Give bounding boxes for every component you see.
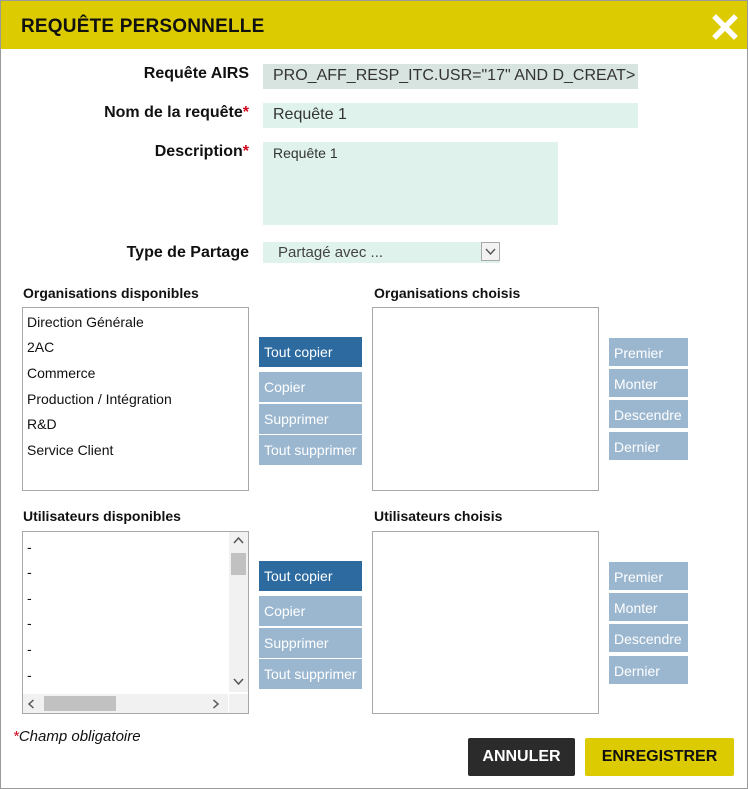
- org-copy-button[interactable]: Copier: [259, 372, 362, 402]
- user-copy-all-button[interactable]: Tout copier: [259, 561, 362, 591]
- personal-query-dialog: REQUÊTE PERSONNELLE Requête AIRS PRO_AFF…: [0, 0, 748, 789]
- org-up-button[interactable]: Monter: [609, 369, 688, 397]
- scroll-down-icon[interactable]: [233, 678, 244, 686]
- query-name-input[interactable]: Requête 1: [263, 103, 638, 128]
- org-copy-all-button[interactable]: Tout copier: [259, 337, 362, 367]
- list-item[interactable]: -: [27, 539, 32, 555]
- save-button[interactable]: ENREGISTRER: [585, 738, 734, 776]
- available-organisations-title: Organisations disponibles: [23, 285, 199, 301]
- list-item[interactable]: -: [27, 667, 32, 683]
- user-last-button[interactable]: Dernier: [609, 656, 688, 684]
- share-type-select[interactable]: Partagé avec ...: [263, 242, 500, 263]
- list-item[interactable]: 2AC: [27, 339, 54, 355]
- horizontal-scrollbar[interactable]: [23, 694, 228, 713]
- available-users-title: Utilisateurs disponibles: [23, 508, 181, 524]
- user-down-button[interactable]: Descendre: [609, 624, 688, 652]
- chosen-organisations-title: Organisations choisis: [374, 285, 521, 301]
- horizontal-scroll-thumb[interactable]: [44, 696, 116, 711]
- vertical-scroll-thumb[interactable]: [231, 553, 246, 575]
- org-remove-button[interactable]: Supprimer: [259, 404, 362, 434]
- org-down-button[interactable]: Descendre: [609, 400, 688, 428]
- user-up-button[interactable]: Monter: [609, 593, 688, 621]
- user-remove-all-button[interactable]: Tout supprimer: [259, 659, 362, 689]
- chosen-organisations-list[interactable]: [372, 307, 599, 491]
- chosen-users-title: Utilisateurs choisis: [374, 508, 503, 524]
- share-type-label: Type de Partage: [126, 244, 249, 261]
- list-item[interactable]: R&D: [27, 416, 57, 432]
- list-item[interactable]: Service Client: [27, 442, 113, 458]
- chevron-down-icon[interactable]: [481, 242, 500, 261]
- scrollbar-corner: [229, 694, 248, 713]
- description-label: Description*: [154, 143, 249, 160]
- org-last-button[interactable]: Dernier: [609, 432, 688, 460]
- user-remove-button[interactable]: Supprimer: [259, 628, 362, 658]
- available-organisations-list[interactable]: Direction Générale 2AC Commerce Producti…: [22, 307, 249, 491]
- list-item[interactable]: -: [27, 641, 32, 657]
- required-field-note: *Champ obligatoire: [13, 728, 141, 745]
- list-item[interactable]: Commerce: [27, 365, 95, 381]
- dialog-header: REQUÊTE PERSONNELLE: [1, 1, 747, 49]
- list-item[interactable]: -: [27, 615, 32, 631]
- list-item[interactable]: Production / Intégration: [27, 391, 172, 407]
- requete-airs-label: Requête AIRS: [143, 65, 249, 82]
- dialog-title: REQUÊTE PERSONNELLE: [21, 16, 265, 37]
- chosen-users-list[interactable]: [372, 531, 599, 714]
- user-first-button[interactable]: Premier: [609, 562, 688, 590]
- scroll-right-icon[interactable]: [212, 699, 220, 709]
- close-icon[interactable]: [712, 14, 738, 40]
- org-remove-all-button[interactable]: Tout supprimer: [259, 435, 362, 465]
- requete-airs-field: PRO_AFF_RESP_ITC.USR="17" AND D_CREAT>: [263, 64, 638, 89]
- vertical-scrollbar[interactable]: [229, 532, 248, 692]
- user-copy-button[interactable]: Copier: [259, 596, 362, 626]
- scroll-left-icon[interactable]: [27, 699, 35, 709]
- list-item[interactable]: -: [27, 590, 32, 606]
- description-textarea[interactable]: Requête 1: [263, 142, 558, 225]
- scroll-up-icon[interactable]: [233, 536, 244, 544]
- query-name-label: Nom de la requête*: [104, 104, 249, 121]
- share-type-value: Partagé avec ...: [278, 244, 384, 261]
- available-users-list[interactable]: - - - - - -: [22, 531, 249, 714]
- org-first-button[interactable]: Premier: [609, 338, 688, 366]
- list-item[interactable]: -: [27, 564, 32, 580]
- list-item[interactable]: Direction Générale: [27, 314, 144, 330]
- cancel-button[interactable]: ANNULER: [468, 738, 575, 776]
